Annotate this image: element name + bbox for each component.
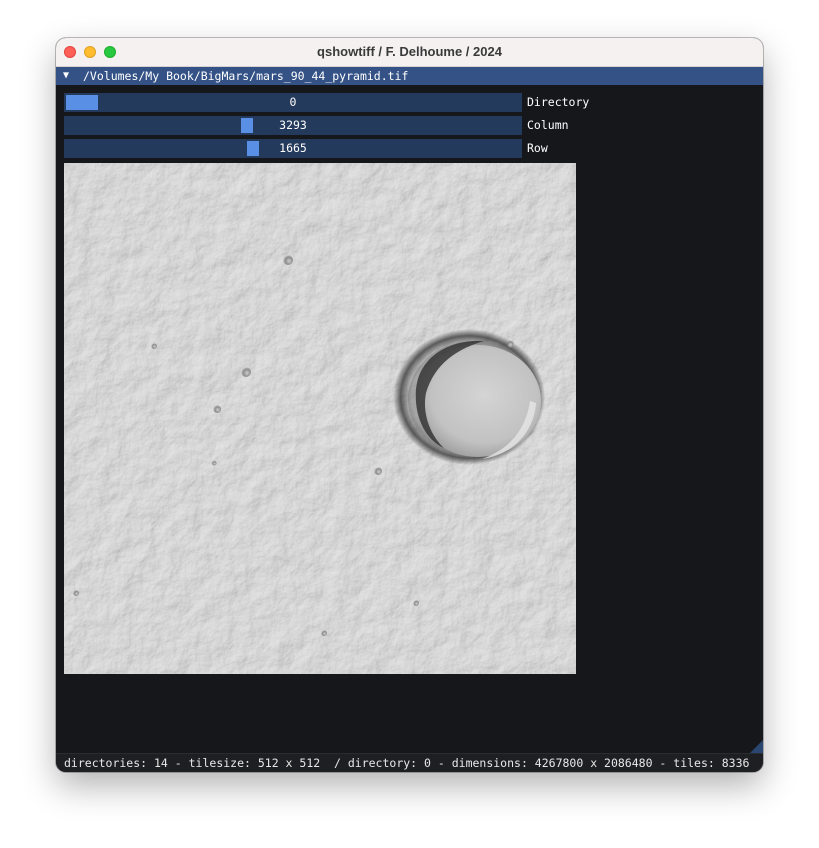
resize-grip[interactable] xyxy=(750,740,763,753)
directory-slider[interactable]: 0 xyxy=(64,93,522,112)
row-slider-label: Row xyxy=(527,141,548,155)
mars-surface-image xyxy=(64,163,576,674)
file-path: /Volumes/My Book/BigMars/mars_90_44_pyra… xyxy=(83,69,409,83)
status-bar: directories: 14 - tilesize: 512 x 512 / … xyxy=(56,753,763,772)
column-slider[interactable]: 3293 xyxy=(64,116,522,135)
tiff-tile-view[interactable] xyxy=(64,163,576,674)
file-header[interactable]: ▼ /Volumes/My Book/BigMars/mars_90_44_py… xyxy=(56,67,763,85)
row-slider[interactable]: 1665 xyxy=(64,139,522,158)
title-bar[interactable]: qshowtiff / F. Delhoume / 2024 xyxy=(56,38,763,67)
column-slider-value: 3293 xyxy=(279,118,307,132)
directory-slider-label: Directory xyxy=(527,95,590,109)
status-text: directories: 14 - tilesize: 512 x 512 / … xyxy=(64,756,750,770)
column-slider-label: Column xyxy=(527,118,569,132)
directory-slider-value: 0 xyxy=(289,95,297,109)
triangle-down-icon[interactable]: ▼ xyxy=(63,67,69,85)
app-window: qshowtiff / F. Delhoume / 2024 ▼ /Volume… xyxy=(56,38,763,772)
row-slider-value: 1665 xyxy=(279,141,307,155)
window-title: qshowtiff / F. Delhoume / 2024 xyxy=(317,44,502,59)
